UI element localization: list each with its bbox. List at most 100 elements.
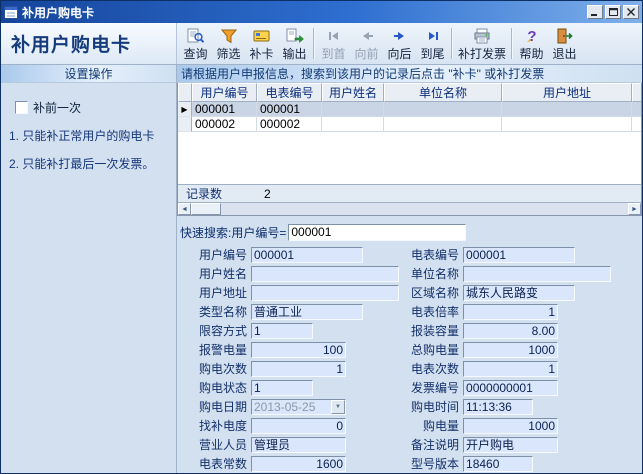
- body: 设置操作 补前一次 1. 只能补正常用户的购电卡 2. 只能补打最后一次发票。 …: [1, 65, 642, 473]
- exit-button[interactable]: 退出: [548, 24, 581, 63]
- field-input-right-10[interactable]: [463, 437, 558, 453]
- filter-button[interactable]: 筛选: [212, 24, 245, 63]
- first-record-button-label: 到首: [321, 45, 345, 62]
- form-row: 报装容量: [411, 321, 611, 340]
- card-icon: [253, 27, 271, 44]
- prev-record-button[interactable]: 向前: [350, 24, 383, 63]
- help-button[interactable]: ? 帮助: [515, 24, 548, 63]
- scroll-left-icon[interactable]: ◄: [178, 203, 191, 215]
- scroll-right-icon[interactable]: ►: [628, 203, 641, 215]
- form-row: 电表倍率: [411, 302, 611, 321]
- field-input-left-9[interactable]: [251, 418, 346, 434]
- field-label: 报警电量: [185, 341, 247, 358]
- grid-body: ▶000001000001000002000002: [178, 102, 641, 132]
- exit-button-label: 退出: [553, 45, 577, 62]
- form-row: 用户姓名: [185, 264, 399, 283]
- field-label: 电表倍率: [411, 303, 459, 320]
- field-input-left-1[interactable]: [251, 266, 399, 282]
- table-cell: [322, 102, 384, 117]
- sidebar: 设置操作 补前一次 1. 只能补正常用户的购电卡 2. 只能补打最后一次发票。: [1, 65, 177, 473]
- scrollbar-thumb[interactable]: [191, 203, 221, 215]
- record-count-value: 2: [264, 187, 271, 201]
- query-button-label: 查询: [183, 45, 207, 62]
- titlebar[interactable]: 补用户购电卡: [1, 1, 642, 23]
- field-label: 电表编号: [411, 246, 459, 263]
- field-input-left-11[interactable]: [251, 456, 346, 472]
- field-input-right-11[interactable]: [463, 456, 533, 472]
- purchase-date-select[interactable]: 2013-05-25▼: [251, 399, 346, 415]
- field-input-left-3[interactable]: [251, 304, 363, 320]
- field-input-left-5[interactable]: [251, 342, 346, 358]
- grid-column-header[interactable]: 单位名称: [384, 83, 502, 102]
- field-label: 购电量: [411, 417, 459, 434]
- quick-search-bar: 快速搜索:用户编号=: [177, 216, 642, 243]
- field-input-left-6[interactable]: [251, 361, 346, 377]
- table-cell: [322, 117, 384, 132]
- minimize-button[interactable]: [587, 5, 603, 19]
- field-input-left-2[interactable]: [251, 285, 399, 301]
- field-label: 购电日期: [185, 398, 247, 415]
- table-row[interactable]: ▶000001000001: [178, 102, 641, 117]
- record-count-bar: 记录数 2: [178, 184, 641, 202]
- first-record-button[interactable]: 到首: [317, 24, 350, 63]
- table-cell: [632, 117, 641, 132]
- field-input-right-5[interactable]: [463, 342, 558, 358]
- field-input-right-1[interactable]: [463, 266, 611, 282]
- form-row: 购电时间: [411, 397, 611, 416]
- filter-button-label: 筛选: [216, 45, 240, 62]
- quick-search-input[interactable]: [288, 224, 466, 241]
- grid-horizontal-scrollbar[interactable]: ◄ ►: [178, 202, 641, 215]
- field-input-right-8[interactable]: [463, 399, 533, 415]
- form-row: 型号版本: [411, 454, 611, 473]
- reissue-previous-option[interactable]: 补前一次: [15, 99, 176, 116]
- next-record-button[interactable]: 向后: [383, 24, 416, 63]
- purchase-date-value: 2013-05-25: [252, 400, 331, 414]
- close-icon[interactable]: [623, 5, 639, 19]
- form-row: 区域名称: [411, 283, 611, 302]
- table-cell: 000001: [192, 102, 257, 117]
- field-label: 总购电量: [411, 341, 459, 358]
- form-row: 单位名称: [411, 264, 611, 283]
- reissue-card-button[interactable]: 补卡: [245, 24, 278, 63]
- field-input-left-7[interactable]: [251, 380, 313, 396]
- grid-empty-area: [178, 132, 641, 184]
- field-input-right-2[interactable]: [463, 285, 575, 301]
- field-label: 限容方式: [185, 322, 247, 339]
- records-grid: 用户编号电表编号用户姓名单位名称用户地址 ▶000001000001000002…: [177, 83, 642, 216]
- export-button[interactable]: 输出: [278, 24, 311, 63]
- form-row: 总购电量: [411, 340, 611, 359]
- table-row[interactable]: 000002000002: [178, 117, 641, 132]
- field-input-right-7[interactable]: [463, 380, 558, 396]
- field-input-left-4[interactable]: [251, 323, 313, 339]
- field-input-left-10[interactable]: [251, 437, 346, 453]
- grid-gutter-header: [178, 83, 192, 102]
- field-input-right-6[interactable]: [463, 361, 558, 377]
- quick-search-label: 快速搜索:用户编号=: [180, 224, 286, 241]
- form-row: 购电日期2013-05-25▼: [185, 397, 399, 416]
- scrollbar-track[interactable]: [221, 203, 628, 215]
- grid-column-header[interactable]: 用户姓名: [322, 83, 384, 102]
- field-input-right-4[interactable]: [463, 323, 558, 339]
- grid-column-header[interactable]: 用户地址: [502, 83, 632, 102]
- query-button[interactable]: 查询: [179, 24, 212, 63]
- field-input-right-0[interactable]: [463, 247, 575, 263]
- sidebar-caption: 设置操作: [1, 65, 176, 83]
- maximize-button[interactable]: [605, 5, 621, 19]
- form-col-left: 用户编号用户姓名用户地址类型名称限容方式报警电量购电次数购电状态购电日期2013…: [185, 245, 399, 473]
- field-input-right-9[interactable]: [463, 418, 558, 434]
- field-input-right-3[interactable]: [463, 304, 558, 320]
- form-row: 类型名称: [185, 302, 399, 321]
- last-record-button[interactable]: 到尾: [416, 24, 449, 63]
- form-row: 购电量: [411, 416, 611, 435]
- field-label: 购电状态: [185, 379, 247, 396]
- row-indicator: ▶: [178, 102, 192, 117]
- field-input-left-0[interactable]: [251, 247, 363, 263]
- help-button-label: 帮助: [520, 45, 544, 62]
- grid-column-header[interactable]: 电表编号: [257, 83, 322, 102]
- reissue-previous-checkbox[interactable]: [15, 101, 28, 114]
- reissue-card-button-label: 补卡: [249, 45, 273, 62]
- reprint-invoice-button[interactable]: 补打发票: [455, 24, 509, 63]
- grid-column-header[interactable]: 用户编号: [192, 83, 257, 102]
- table-cell: [502, 117, 632, 132]
- field-label: 型号版本: [411, 455, 459, 472]
